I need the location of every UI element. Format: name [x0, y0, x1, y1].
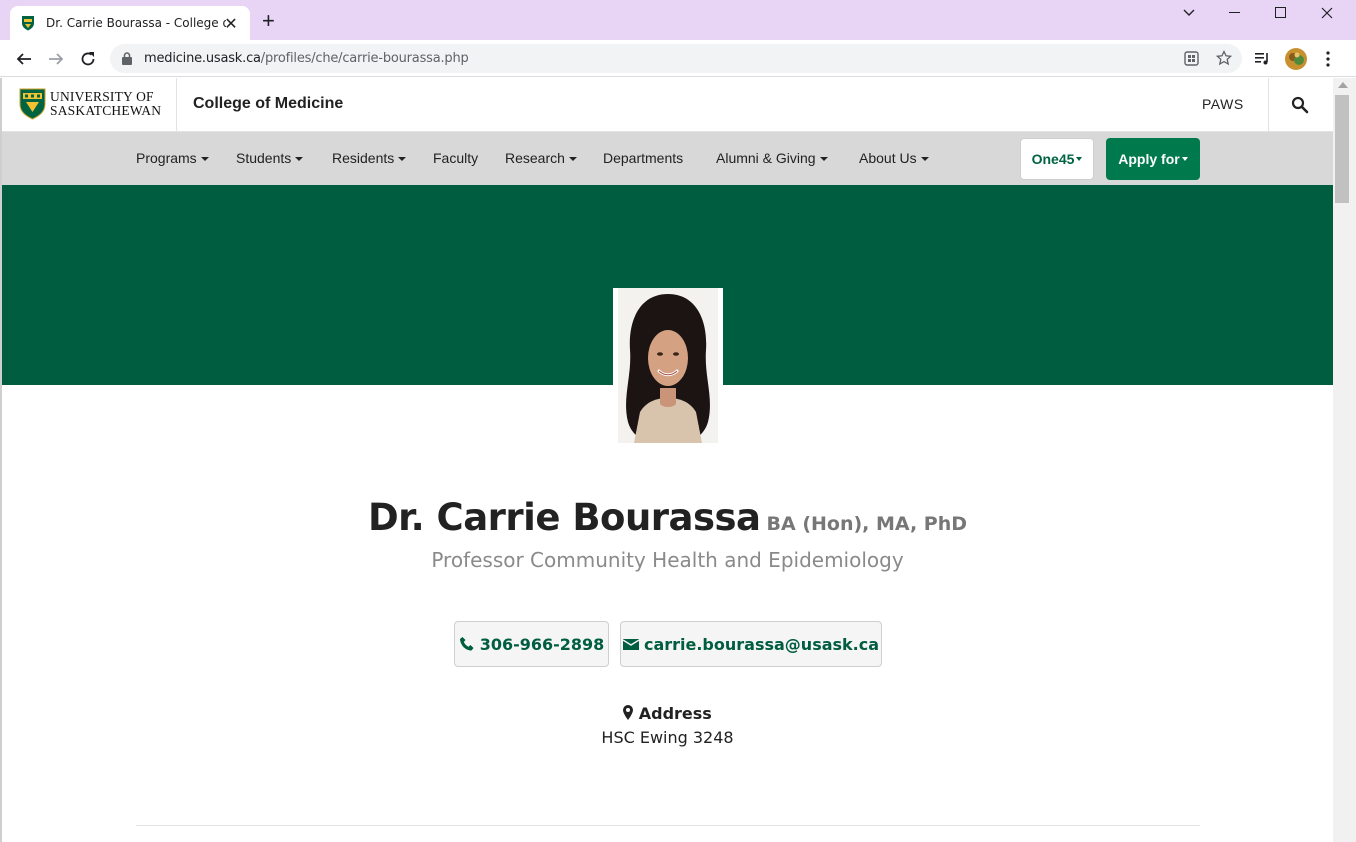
one45-button[interactable]: One45: [1020, 138, 1094, 180]
apply-for-button[interactable]: Apply for: [1106, 138, 1200, 180]
media-control-icon[interactable]: [1250, 46, 1276, 72]
web-page: UNIVERSITY OF SASKATCHEWAN College of Me…: [2, 78, 1333, 842]
nav-item-programs[interactable]: Programs: [136, 150, 209, 166]
browser-menu-icon[interactable]: [1315, 46, 1341, 72]
profile-photo-frame: [613, 288, 723, 443]
search-icon[interactable]: [1290, 95, 1310, 115]
header-divider: [176, 78, 177, 132]
profile-name: Dr. Carrie Bourassa: [367, 496, 761, 539]
site-header: UNIVERSITY OF SASKATCHEWAN College of Me…: [2, 78, 1333, 132]
nav-item-faculty[interactable]: Faculty: [433, 150, 478, 166]
profile-avatar[interactable]: [1283, 46, 1309, 72]
back-icon[interactable]: [11, 46, 37, 72]
section-divider: [136, 825, 1200, 826]
address-heading: Address: [2, 704, 1333, 723]
browser-tab[interactable]: Dr. Carrie Bourassa - College of Medicin…: [10, 6, 250, 40]
profile-position: Professor Community Health and Epidemiol…: [431, 548, 904, 572]
lock-icon: [122, 52, 132, 65]
phone-number: 306-966-2898: [479, 634, 605, 654]
address-label: Address: [638, 704, 712, 723]
header-divider: [1268, 78, 1269, 132]
forward-icon[interactable]: [43, 46, 69, 72]
address-value: HSC Ewing 3248: [601, 728, 734, 747]
scrollbar-thumb[interactable]: [1335, 95, 1349, 203]
qr-code-icon[interactable]: [1184, 51, 1199, 66]
tab-title: Dr. Carrie Bourassa - College of Medicin…: [46, 16, 226, 30]
nav-item-departments[interactable]: Departments: [603, 150, 683, 166]
envelope-icon: [622, 638, 639, 650]
profile-heading: Dr. Carrie Bourassa BA (Hon), MA, PhD: [2, 496, 1333, 539]
minimize-icon[interactable]: [1212, 0, 1258, 26]
url-text: medicine.usask.ca/profiles/che/carrie-bo…: [144, 51, 469, 66]
profile-credentials: BA (Hon), MA, PhD: [766, 513, 968, 535]
email-address: carrie.bourassa@usask.ca: [643, 634, 880, 654]
nav-item-about-us[interactable]: About Us: [859, 150, 929, 166]
caret-down-icon: [1076, 157, 1083, 161]
browser-toolbar: medicine.usask.ca/profiles/che/carrie-bo…: [0, 40, 1356, 77]
usask-logo[interactable]: UNIVERSITY OF SASKATCHEWAN: [19, 88, 161, 120]
nav-item-research[interactable]: Research: [505, 150, 577, 166]
college-name-link[interactable]: College of Medicine: [193, 95, 343, 113]
profile-photo: [618, 288, 718, 443]
caret-down-icon: [295, 157, 304, 161]
phone-button[interactable]: 306-966-2898: [454, 621, 609, 667]
caret-down-icon: [200, 157, 209, 161]
map-marker-icon: [623, 705, 634, 720]
caret-down-icon: [1181, 157, 1188, 161]
tab-close-icon[interactable]: ✕: [222, 14, 240, 34]
usask-shield-icon: [22, 16, 34, 31]
nav-item-alumni-giving[interactable]: Alumni & Giving: [716, 150, 828, 166]
address-bar[interactable]: medicine.usask.ca/profiles/che/carrie-bo…: [110, 44, 1242, 73]
caret-down-icon: [568, 157, 577, 161]
close-window-icon[interactable]: [1304, 0, 1350, 26]
nav-item-residents[interactable]: Residents: [332, 150, 407, 166]
usask-shield-icon: [19, 88, 46, 120]
new-tab-icon[interactable]: +: [262, 10, 275, 32]
tab-search-icon[interactable]: [1166, 0, 1212, 26]
caret-down-icon: [398, 157, 407, 161]
scroll-up-arrow-icon[interactable]: [1338, 82, 1348, 88]
main-nav: Programs Students Residents Faculty Rese…: [2, 132, 1333, 185]
nav-item-students[interactable]: Students: [236, 150, 304, 166]
caret-down-icon: [819, 157, 828, 161]
reload-icon[interactable]: [75, 46, 101, 72]
email-button[interactable]: carrie.bourassa@usask.ca: [620, 621, 882, 667]
phone-icon: [459, 637, 474, 651]
logo-line-2: SASKATCHEWAN: [50, 103, 162, 118]
caret-down-icon: [920, 157, 929, 161]
maximize-icon[interactable]: [1258, 0, 1304, 26]
logo-line-1: UNIVERSITY OF: [50, 89, 154, 104]
paws-link[interactable]: PAWS: [1202, 96, 1244, 112]
browser-tab-bar: Dr. Carrie Bourassa - College of Medicin…: [0, 0, 1356, 40]
bookmark-star-icon[interactable]: [1216, 50, 1232, 66]
